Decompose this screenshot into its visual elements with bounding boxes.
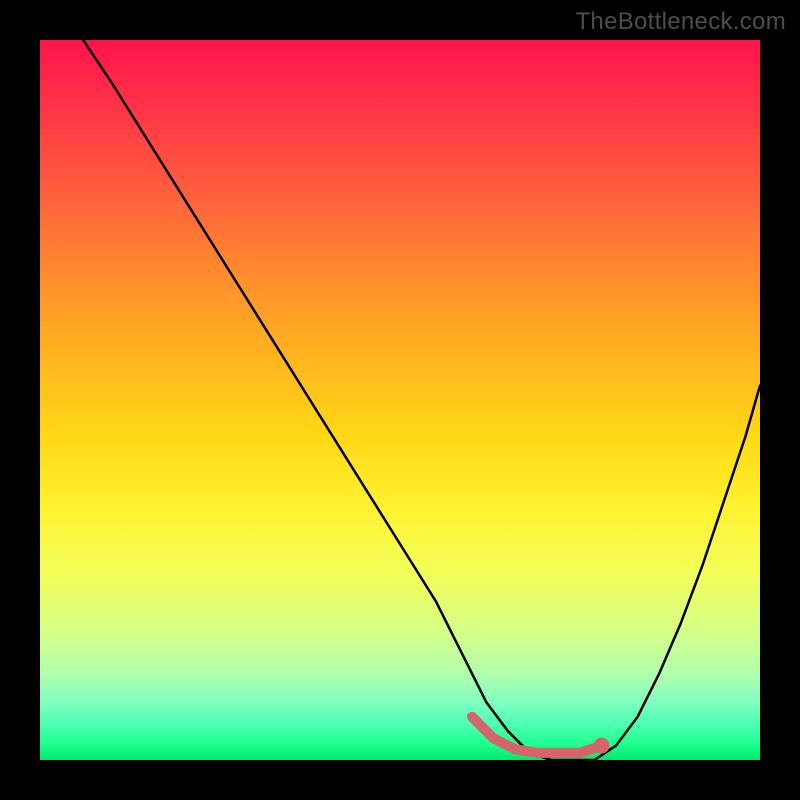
highlight-segment xyxy=(472,717,602,753)
watermark-text: TheBottleneck.com xyxy=(575,8,786,36)
highlight-endpoint-dot xyxy=(594,738,610,754)
bottleneck-curve xyxy=(83,40,760,760)
chart-svg xyxy=(40,40,760,760)
plot-area xyxy=(40,40,760,760)
chart-frame: TheBottleneck.com xyxy=(0,0,800,800)
